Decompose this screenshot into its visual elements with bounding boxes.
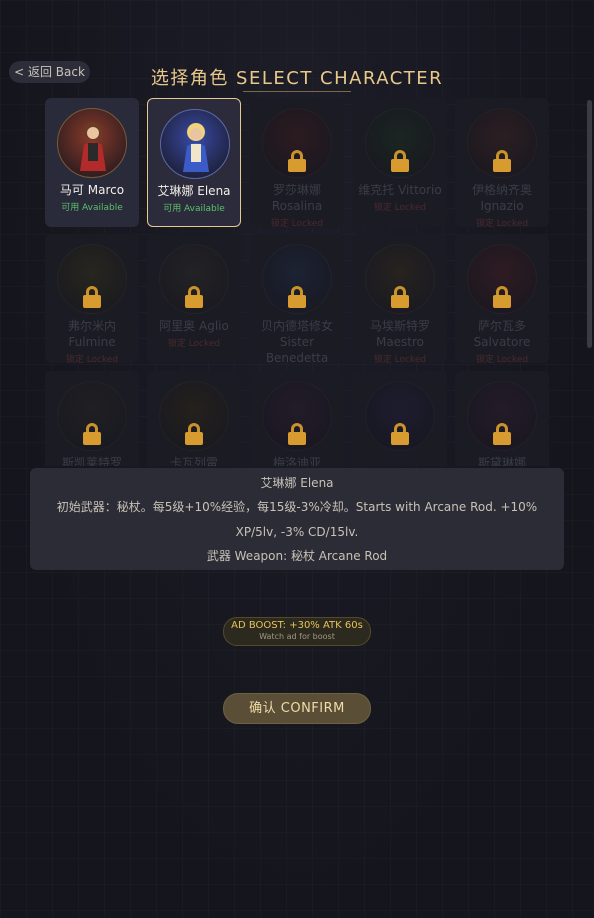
confirm-button[interactable]: 确认 CONFIRM xyxy=(223,693,371,724)
lock-icon xyxy=(391,150,409,172)
character-name: 马可 Marco xyxy=(59,183,125,197)
character-name: 艾琳娜 Elena xyxy=(157,184,231,198)
lock-icon xyxy=(391,423,409,445)
character-name: 斯凯莱特罗 xyxy=(61,456,122,466)
character-status: 锁定 Locked xyxy=(270,219,324,227)
character-name: 罗莎琳娜 Rosalina xyxy=(271,183,323,213)
character-name: 斯黛琳娜 xyxy=(477,456,526,466)
character-name: 伊格纳齐奥 Ignazio xyxy=(471,183,532,213)
character-status: 锁定 Locked xyxy=(65,355,119,363)
lock-icon xyxy=(391,286,409,308)
character-card[interactable]: 贝内德塔修女 Sister Benedetta锁定 Locked xyxy=(250,234,344,363)
character-card[interactable]: 梅洛迪亚 xyxy=(250,371,344,466)
character-name: 马埃斯特罗 Maestro xyxy=(369,319,430,349)
character-name: 卡瓦列雷 xyxy=(169,456,218,466)
character-status: 可用 Available xyxy=(163,204,225,214)
lock-icon xyxy=(185,423,203,445)
page-title: 选择角色 SELECT CHARACTER xyxy=(150,68,444,89)
character-info-panel: 艾琳娜 Elena 初始武器：秘杖。每5级+10%经验，每15级-3%冷却。St… xyxy=(30,468,564,570)
character-status: 锁定 Locked xyxy=(373,355,427,363)
character-card[interactable]: 艾琳娜 Elena 可用 Available xyxy=(147,98,241,227)
character-name: 阿里奥 Aglio xyxy=(159,319,229,333)
ad-boost-label: AD BOOST: +30% ATK 60s xyxy=(231,620,363,631)
info-description: 初始武器：秘杖。每5级+10%经验，每15级-3%冷却。Starts with … xyxy=(56,500,538,539)
ad-boost-button[interactable]: AD BOOST: +30% ATK 60s Watch ad for boos… xyxy=(223,617,371,646)
character-name: 萨尔瓦多 Salvatore xyxy=(473,319,531,349)
character-name: 贝内德塔修女 Sister Benedetta xyxy=(260,319,333,363)
lock-icon xyxy=(288,150,306,172)
character-card[interactable]: 伊格纳齐奥 Ignazio 锁定 Locked xyxy=(455,98,549,227)
character-card[interactable]: 维克托 Vittorio 锁定 Locked xyxy=(353,98,447,227)
info-character-name: 艾琳娜 Elena xyxy=(260,476,334,490)
lock-icon xyxy=(83,286,101,308)
character-status: 锁定 Locked xyxy=(475,355,529,363)
lock-icon xyxy=(288,423,306,445)
character-name: 梅洛迪亚 xyxy=(272,456,321,466)
character-card[interactable]: 马可 Marco 可用 Available xyxy=(45,98,139,227)
character-card[interactable]: 卡瓦列雷 xyxy=(147,371,241,466)
character-card[interactable]: 马埃斯特罗 Maestro 锁定 Locked xyxy=(353,234,447,363)
character-card[interactable]: 萨尔瓦多 Salvatore 锁定 Locked xyxy=(455,234,549,363)
character-card[interactable]: 斯凯莱特罗 xyxy=(45,371,139,466)
scrollbar[interactable] xyxy=(587,100,592,465)
lock-icon xyxy=(493,286,511,308)
character-name: 维克托 Vittorio xyxy=(358,183,442,197)
character-status: 锁定 Locked xyxy=(167,339,221,349)
character-status: 锁定 Locked xyxy=(475,219,529,227)
character-card[interactable]: 斯黛琳娜 xyxy=(455,371,549,466)
lock-icon xyxy=(83,423,101,445)
character-name: 弗尔米内 Fulmine xyxy=(67,319,116,349)
lock-icon xyxy=(288,286,306,308)
title-divider xyxy=(243,91,351,92)
character-grid: 马可 Marco 可用 Available 艾琳娜 Elena 可用 Availabl… xyxy=(45,98,565,466)
character-status: 锁定 Locked xyxy=(373,203,427,213)
character-card[interactable]: 阿里奥 Aglio 锁定 Locked xyxy=(147,234,241,363)
character-card[interactable]: 罗莎琳娜 Rosalina 锁定 Locked xyxy=(250,98,344,227)
character-portrait xyxy=(57,108,127,178)
ad-boost-sublabel: Watch ad for boost xyxy=(259,632,335,641)
character-status: 可用 Available xyxy=(61,203,123,213)
scrollbar-thumb[interactable] xyxy=(587,100,592,348)
lock-icon xyxy=(185,286,203,308)
character-card[interactable]: 弗尔米内 Fulmine 锁定 Locked xyxy=(45,234,139,363)
info-weapon: 武器 Weapon: 秘杖 Arcane Rod xyxy=(206,549,388,563)
character-portrait xyxy=(160,109,230,179)
lock-icon xyxy=(493,423,511,445)
lock-icon xyxy=(493,150,511,172)
character-card[interactable] xyxy=(353,371,447,466)
